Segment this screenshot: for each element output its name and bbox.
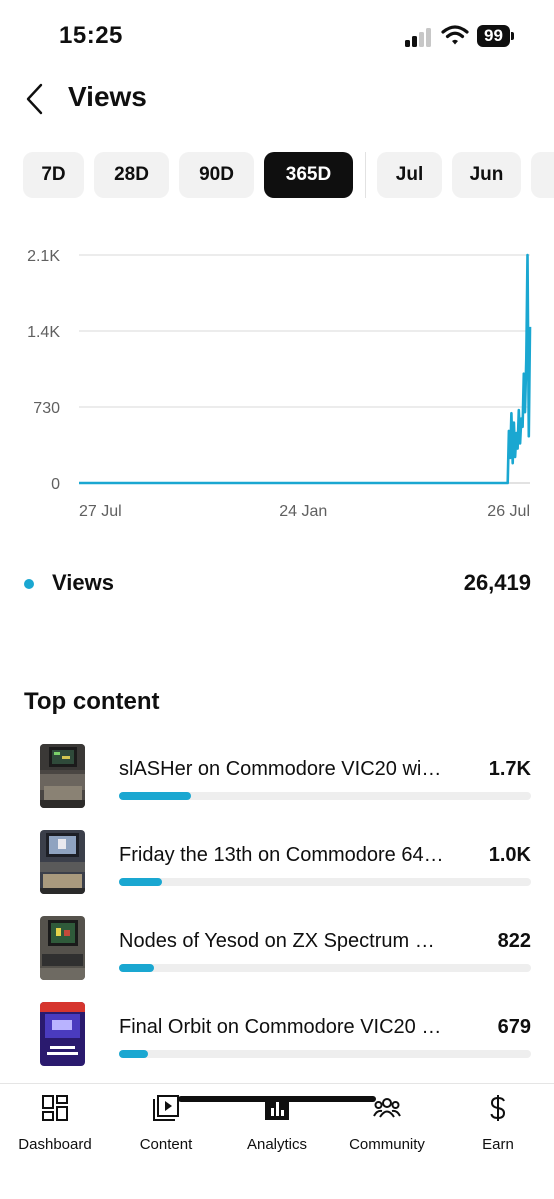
page-title: Views xyxy=(68,81,147,112)
dollar-icon xyxy=(490,1095,506,1121)
y-tick-label: 1.4K xyxy=(27,324,60,341)
list-item[interactable]: Friday the 13th on Commodore 64 Tape Loa… xyxy=(0,830,554,896)
home-indicator xyxy=(178,1096,376,1102)
video-views: 1.7K xyxy=(488,758,531,780)
dashboard-icon xyxy=(42,1095,68,1121)
share-bar xyxy=(119,878,531,886)
period-chip-jul[interactable]: Jul xyxy=(377,152,442,198)
list-item[interactable]: Final Orbit on Commodore VIC20 Cartridge… xyxy=(0,1002,554,1068)
legend-dot xyxy=(24,579,34,589)
share-bar-fill xyxy=(119,964,155,972)
views-chart-svg: 0 730 1.4K 2.1K 27 Jul 24 Jan 26 Jul xyxy=(27,248,532,520)
y-tick-label: 730 xyxy=(33,400,60,417)
nav-label: Dashboard xyxy=(18,1136,92,1153)
legend-total-value: 26,419 xyxy=(463,570,531,595)
wifi-icon xyxy=(441,25,469,45)
period-chip-90d[interactable]: 90D xyxy=(179,152,254,198)
video-views: 679 xyxy=(497,1016,531,1038)
share-bar xyxy=(119,1050,531,1058)
status-bar: 15:25 99 xyxy=(0,0,554,70)
period-chip-more[interactable] xyxy=(531,152,554,198)
share-bar-fill xyxy=(119,878,163,886)
chip-divider xyxy=(365,152,366,198)
video-views: 822 xyxy=(497,930,531,952)
legend-label: Views xyxy=(52,570,114,595)
signal-icon xyxy=(405,28,431,47)
video-thumbnail xyxy=(40,744,85,808)
nav-label: Content xyxy=(139,1136,193,1153)
period-chip-28d[interactable]: 28D xyxy=(94,152,169,198)
x-tick-label: 26 Jul xyxy=(487,503,530,520)
battery-icon: 99 xyxy=(477,25,514,47)
back-button[interactable] xyxy=(18,79,52,119)
nav-item-dashboard[interactable]: Dashboard xyxy=(0,1092,110,1154)
video-title: Final Orbit on Commodore VIC20 Cartridge xyxy=(119,1016,444,1038)
chevron-left-icon xyxy=(26,83,43,115)
header: Views xyxy=(0,75,554,123)
content-icon xyxy=(153,1095,179,1121)
video-thumbnail xyxy=(40,916,85,980)
x-tick-label: 27 Jul xyxy=(79,503,122,520)
top-content-title: Top content xyxy=(24,688,160,715)
battery-level: 99 xyxy=(477,25,510,47)
video-title: Nodes of Yesod on ZX Spectrum 48K Loadin… xyxy=(119,930,444,952)
video-title: slASHer on Commodore VIC20 with Super Ex… xyxy=(119,758,444,780)
series-line-views xyxy=(79,253,532,485)
list-item[interactable]: slASHer on Commodore VIC20 with Super Ex… xyxy=(0,744,554,810)
community-icon xyxy=(373,1098,401,1118)
x-tick-label: 24 Jan xyxy=(279,503,327,520)
y-tick-label: 0 xyxy=(51,476,60,493)
share-bar xyxy=(119,964,531,972)
period-chip-365d[interactable]: 365D xyxy=(264,152,353,198)
video-views: 1.0K xyxy=(488,844,531,866)
nav-label: Earn xyxy=(482,1136,514,1153)
status-time: 15:25 xyxy=(59,22,123,49)
video-title: Friday the 13th on Commodore 64 Tape Loa… xyxy=(119,844,444,866)
period-chip-7d[interactable]: 7D xyxy=(23,152,84,198)
list-item[interactable]: Nodes of Yesod on ZX Spectrum 48K Loadin… xyxy=(0,916,554,982)
period-selector: 7D 28D 90D 365D Jul Jun xyxy=(23,152,554,198)
period-chip-jun[interactable]: Jun xyxy=(452,152,521,198)
nav-label: Community xyxy=(349,1136,425,1153)
video-thumbnail xyxy=(40,1002,85,1066)
video-thumbnail xyxy=(40,830,85,894)
views-chart[interactable]: 0 730 1.4K 2.1K 27 Jul 24 Jan 26 Jul xyxy=(0,236,554,536)
share-bar xyxy=(119,792,531,800)
chart-legend: Views 26,419 xyxy=(0,566,554,602)
nav-label: Analytics xyxy=(246,1136,308,1153)
y-tick-label: 2.1K xyxy=(27,248,60,265)
nav-item-earn[interactable]: Earn xyxy=(443,1092,553,1154)
share-bar-fill xyxy=(119,1050,148,1058)
share-bar-fill xyxy=(119,792,192,800)
